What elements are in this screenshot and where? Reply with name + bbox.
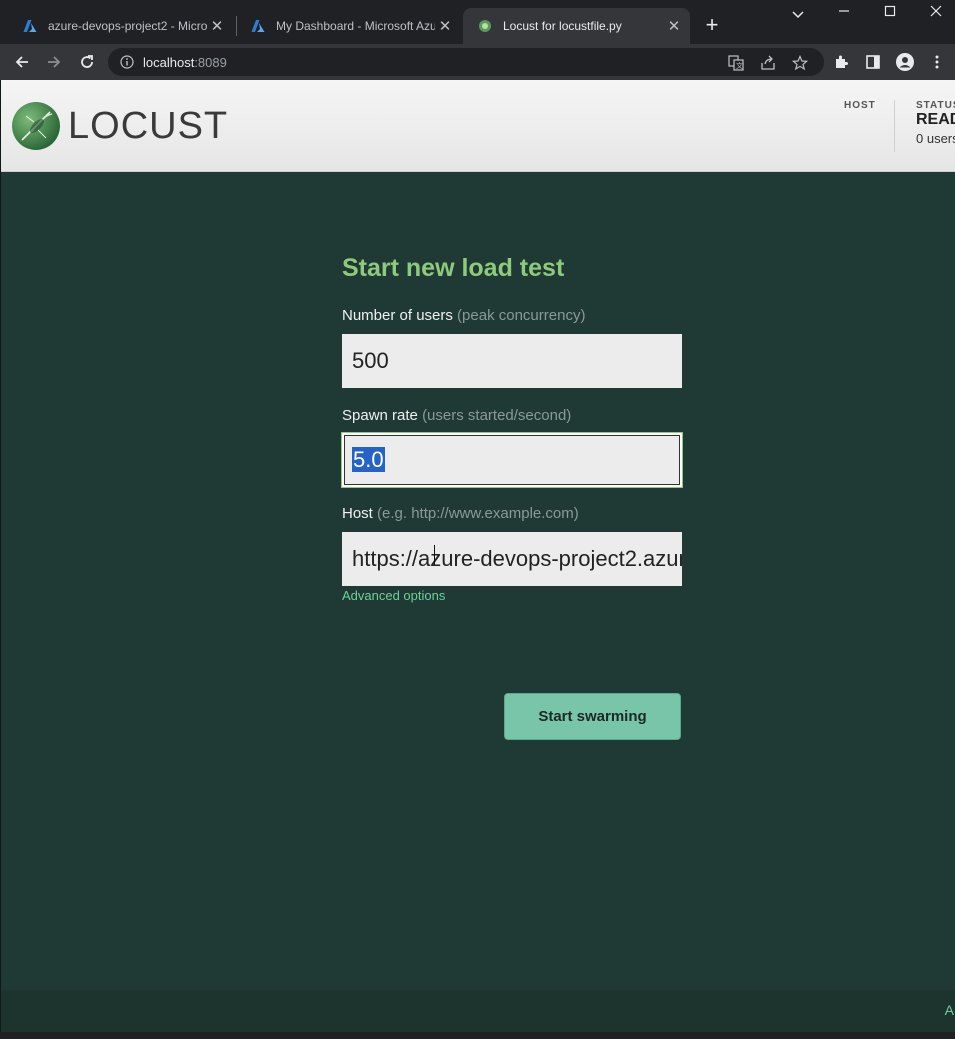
status-label: STATUS bbox=[916, 100, 955, 111]
azure-icon bbox=[250, 18, 266, 34]
start-swarming-button[interactable]: Start swarming bbox=[504, 693, 681, 740]
address-bar[interactable]: localhost:8089 文 bbox=[108, 48, 824, 76]
advanced-options-link[interactable]: Advanced options bbox=[342, 588, 445, 603]
locust-logo-icon bbox=[12, 102, 60, 150]
spawn-rate-input[interactable]: 5.0 bbox=[341, 432, 683, 488]
locust-page: LOCUST HOST STATUS READY 0 users Start n… bbox=[0, 80, 955, 1032]
host-label: HOST bbox=[844, 100, 876, 111]
tab-title: My Dashboard - Microsoft Azu bbox=[276, 19, 435, 33]
window-close-icon[interactable] bbox=[921, 4, 951, 20]
maximize-icon[interactable] bbox=[875, 4, 905, 20]
tab-azure-devops[interactable]: azure-devops-project2 - Micro ✕ bbox=[8, 8, 233, 44]
tab-title: Locust for locustfile.py bbox=[503, 19, 622, 33]
header-divider bbox=[894, 100, 895, 152]
users-field-label: Number of users (peak concurrency) bbox=[342, 307, 682, 324]
tab-search-icon[interactable] bbox=[783, 6, 813, 22]
close-tab-icon[interactable]: ✕ bbox=[207, 17, 227, 35]
share-icon[interactable] bbox=[759, 54, 777, 72]
text-cursor-icon bbox=[434, 545, 440, 565]
svg-text:文: 文 bbox=[736, 61, 743, 70]
close-tab-icon[interactable]: ✕ bbox=[664, 17, 684, 35]
users-input[interactable]: 500 bbox=[342, 334, 682, 388]
url-port: :8089 bbox=[194, 55, 227, 70]
bookmark-star-icon[interactable] bbox=[791, 54, 809, 72]
profile-icon[interactable] bbox=[895, 52, 915, 72]
reload-icon[interactable] bbox=[75, 50, 99, 74]
tab-strip: azure-devops-project2 - Micro ✕ My Dashb… bbox=[0, 0, 955, 44]
menu-icon[interactable] bbox=[927, 52, 947, 72]
host-input[interactable]: https://azure-devops-project2.azurewebsi… bbox=[342, 532, 682, 586]
host-field-label: Host (e.g. http://www.example.com) bbox=[342, 505, 682, 522]
tab-my-dashboard[interactable]: My Dashboard - Microsoft Azu ✕ bbox=[236, 8, 461, 44]
form-title: Start new load test bbox=[342, 254, 565, 282]
spawn-rate-selected-text: 5.0 bbox=[352, 447, 385, 472]
azure-icon bbox=[22, 18, 38, 34]
url-text: localhost:8089 bbox=[143, 55, 227, 70]
globe-icon bbox=[477, 18, 493, 34]
back-icon[interactable] bbox=[10, 50, 34, 74]
host-hint: (e.g. http://www.example.com) bbox=[377, 505, 579, 522]
footer: A bbox=[1, 990, 955, 1032]
new-tab-button[interactable]: + bbox=[700, 14, 724, 38]
close-tab-icon[interactable]: ✕ bbox=[435, 17, 455, 35]
users-hint: (peak concurrency) bbox=[457, 307, 586, 324]
tab-title: azure-devops-project2 - Micro bbox=[48, 19, 207, 33]
tab-locust[interactable]: Locust for locustfile.py ✕ bbox=[463, 8, 690, 44]
minimize-icon[interactable] bbox=[829, 4, 859, 20]
users-label-text: Number of users bbox=[342, 307, 453, 324]
extensions-icon[interactable] bbox=[831, 52, 851, 72]
browser-toolbar: localhost:8089 文 bbox=[0, 44, 955, 80]
locust-logo[interactable]: LOCUST bbox=[12, 102, 228, 150]
locust-logo-text: LOCUST bbox=[68, 104, 229, 147]
spawn-label-text: Spawn rate bbox=[342, 407, 418, 424]
spawn-hint: (users started/second) bbox=[422, 407, 572, 424]
forward-icon[interactable] bbox=[42, 50, 66, 74]
host-label-text: Host bbox=[342, 505, 373, 522]
status-value: READY bbox=[916, 111, 955, 128]
site-info-icon[interactable] bbox=[120, 55, 134, 74]
footer-link[interactable]: A bbox=[945, 1002, 954, 1018]
url-host: localhost bbox=[143, 55, 195, 70]
start-test-form: Start new load test Number of users (pea… bbox=[341, 254, 683, 740]
locust-header: LOCUST HOST STATUS READY 0 users bbox=[1, 80, 955, 172]
users-count: 0 users bbox=[916, 131, 955, 146]
side-panel-icon[interactable] bbox=[863, 52, 883, 72]
spawn-field-label: Spawn rate (users started/second) bbox=[342, 407, 682, 424]
translate-icon[interactable]: 文 bbox=[727, 54, 745, 72]
